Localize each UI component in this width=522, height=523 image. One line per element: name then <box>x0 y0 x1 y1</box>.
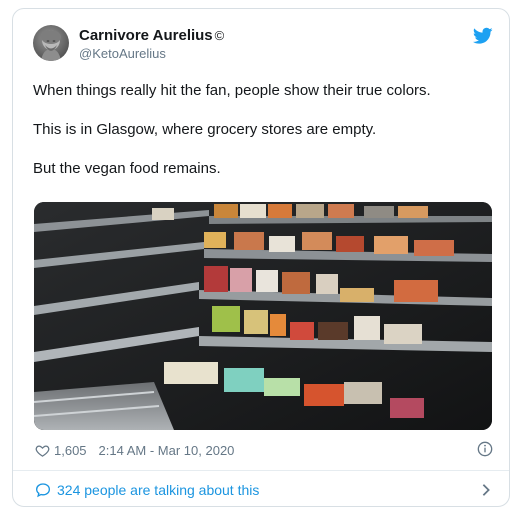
bust-portrait-icon <box>41 30 61 61</box>
speech-bubble-icon <box>35 483 51 498</box>
tweet-photo[interactable] <box>34 202 492 430</box>
tweet-paragraph: When things really hit the fan, people s… <box>33 82 431 99</box>
heart-icon[interactable] <box>35 443 50 458</box>
tweet-timestamp[interactable]: 2:14 AM - Mar 10, 2020 <box>99 443 235 458</box>
user-handle[interactable]: @KetoAurelius <box>79 45 224 63</box>
conversation-text[interactable]: 324 people are talking about this <box>57 482 259 498</box>
divider <box>13 470 509 471</box>
tweet-paragraph: But the vegan food remains. <box>33 160 221 177</box>
avatar[interactable] <box>33 25 69 61</box>
like-count[interactable]: 1,605 <box>54 443 87 458</box>
verified-symbol: © <box>214 28 225 43</box>
chevron-right-icon[interactable] <box>479 482 493 498</box>
tweet-paragraph: This is in Glasgow, where grocery stores… <box>33 121 377 138</box>
tweet-text: When things really hit the fan, people s… <box>33 81 493 198</box>
tweet-meta: 1,605 2:14 AM - Mar 10, 2020 <box>35 439 493 461</box>
tweet-header: Carnivore Aurelius © @KetoAurelius <box>33 25 493 69</box>
tweet-card[interactable]: Carnivore Aurelius © @KetoAurelius When t… <box>12 8 510 507</box>
twitter-bird-icon[interactable] <box>473 27 493 45</box>
display-name-text[interactable]: Carnivore Aurelius <box>79 27 213 44</box>
info-icon[interactable] <box>477 441 493 457</box>
display-name[interactable]: Carnivore Aurelius © <box>79 27 224 45</box>
grocery-shelves-photo <box>34 202 492 430</box>
conversation-link[interactable]: 324 people are talking about this <box>35 479 493 501</box>
